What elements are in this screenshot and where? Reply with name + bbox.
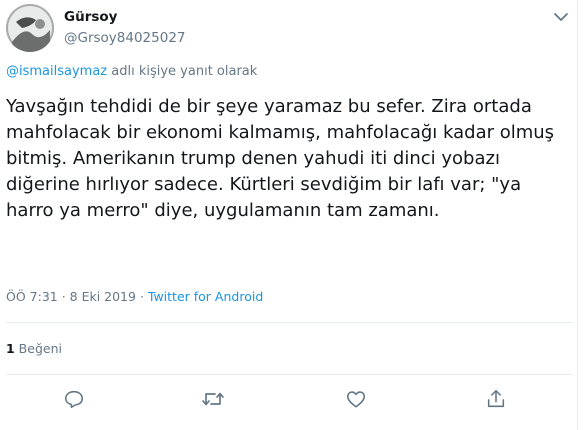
reply-context: @ismailsaymaz adlı kişiye yanıt olarak — [6, 64, 257, 79]
reply-mention-link[interactable]: @ismailsaymaz — [6, 64, 107, 79]
tweet-text: Yavşağın tehdidi de bir şeye yaramaz bu … — [6, 96, 555, 221]
reply-button[interactable] — [62, 387, 86, 411]
tweet-card: Gürsoy @Grsoy84025027 @ismailsaymaz adlı… — [0, 0, 578, 430]
like-label: Beğeni — [14, 341, 62, 356]
share-button[interactable] — [484, 387, 508, 411]
meta-separator: · — [135, 289, 148, 304]
like-count: 1 — [6, 341, 15, 356]
reply-context-label: adlı kişiye yanıt olarak — [107, 64, 258, 79]
source-link[interactable]: Twitter for Android — [148, 289, 263, 304]
timestamp-link[interactable]: ÖÖ 7:31 · 8 Eki 2019 — [6, 289, 136, 304]
chevron-down-icon[interactable] — [553, 8, 569, 21]
reply-icon — [64, 390, 84, 409]
avatar-image — [6, 4, 54, 52]
retweet-icon — [202, 392, 224, 406]
likes-stat[interactable]: 1 Beğeni — [6, 341, 62, 356]
divider — [6, 322, 573, 323]
like-icon — [346, 391, 366, 408]
avatar[interactable] — [6, 4, 54, 52]
retweet-button[interactable] — [201, 387, 225, 411]
share-icon — [487, 389, 505, 408]
author-handle[interactable]: @Grsoy84025027 — [64, 30, 186, 46]
tweet-metadata: ÖÖ 7:31 · 8 Eki 2019 · Twitter for Andro… — [6, 289, 263, 304]
author-name[interactable]: Gürsoy — [64, 9, 117, 25]
like-button[interactable] — [344, 387, 368, 411]
divider — [6, 374, 573, 375]
